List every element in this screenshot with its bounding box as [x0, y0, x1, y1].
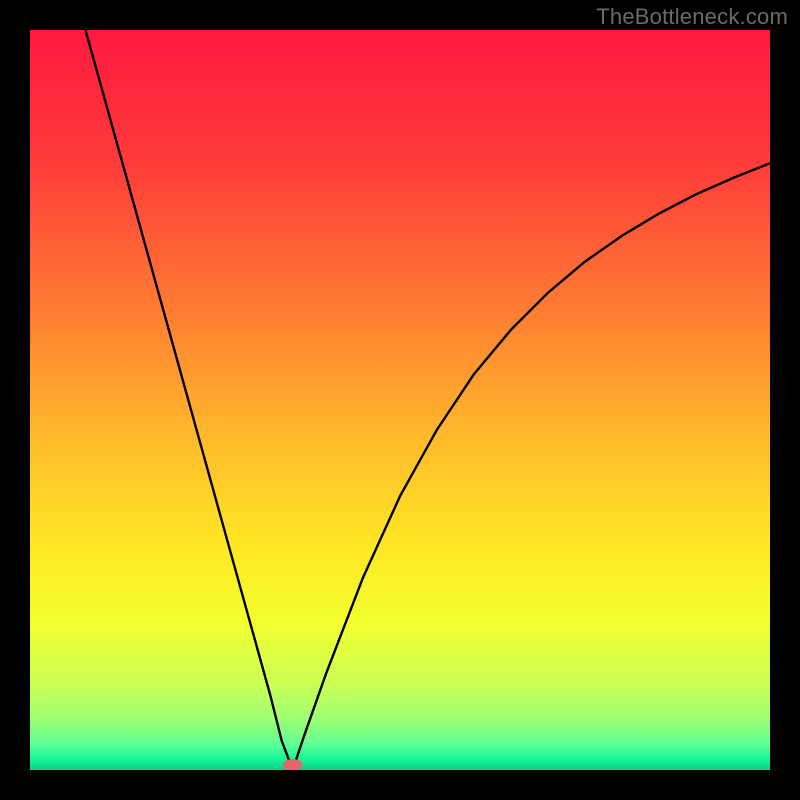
gradient-background: [30, 30, 770, 770]
watermark-text: TheBottleneck.com: [596, 4, 788, 30]
plot-area: [30, 30, 770, 770]
chart-frame: TheBottleneck.com: [0, 0, 800, 800]
bottleneck-chart-svg: [30, 30, 770, 770]
